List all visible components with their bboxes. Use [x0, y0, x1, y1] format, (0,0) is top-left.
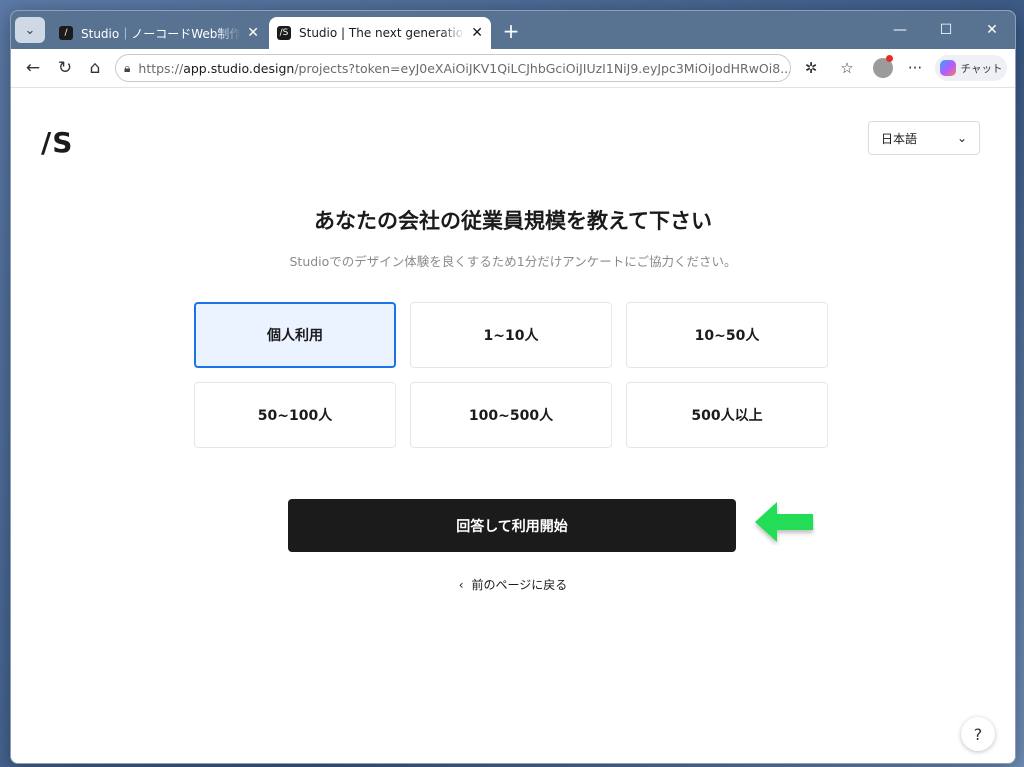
notification-dot — [886, 55, 893, 62]
arrow-left-icon — [755, 502, 813, 542]
url-host: app.studio.design — [183, 60, 295, 76]
close-window-button[interactable]: ✕ — [969, 11, 1015, 49]
studio-favicon-icon: /S — [277, 26, 291, 40]
tab-studio-home[interactable]: / Studio｜ノーコードWeb制作プラットフォーム ✕ — [51, 17, 267, 49]
url-scheme: https:// — [138, 60, 184, 76]
language-select[interactable]: 日本語 ⌄ — [868, 121, 980, 155]
close-icon[interactable]: ✕ — [247, 25, 259, 41]
page-subtitle: Studioでのデザイン体験を良くするため1分だけアンケートにご協力ください。 — [289, 254, 737, 269]
browser-window: ⌄ / Studio｜ノーコードWeb制作プラットフォーム ✕ /S Studi… — [10, 10, 1016, 764]
tab-title: Studio｜ノーコードWeb制作プラットフォーム — [81, 26, 242, 41]
option-500-plus[interactable]: 500人以上 — [626, 382, 828, 448]
tab-bar: ⌄ / Studio｜ノーコードWeb制作プラットフォーム ✕ /S Studi… — [11, 11, 1015, 49]
copilot-chat-button[interactable]: チャット — [935, 55, 1007, 81]
help-button[interactable]: ? — [961, 717, 995, 751]
more-menu-button[interactable]: ··· — [903, 57, 927, 79]
address-bar[interactable]: 🔒︎ https://app.studio.design/projects?to… — [115, 54, 791, 82]
favorites-button[interactable]: ☆ — [835, 57, 859, 79]
reload-button[interactable]: ↻ — [51, 55, 79, 81]
extensions-button[interactable]: ✲ — [799, 57, 823, 79]
url-path: /projects?token=eyJ0eXAiOiJKV1QiLCJhbGci… — [294, 60, 790, 76]
copilot-icon — [939, 60, 956, 76]
tab-studio-app[interactable]: /S Studio | The next generation design t… — [269, 17, 491, 49]
ellipsis-icon: ··· — [907, 59, 923, 77]
reload-icon: ↻ — [57, 58, 73, 78]
home-button[interactable]: ⌂ — [81, 55, 109, 81]
option-10-50[interactable]: 10~50人 — [626, 302, 828, 368]
studio-logo: /S — [41, 126, 74, 159]
arrow-left-icon: ← — [25, 58, 41, 78]
tab-title: Studio | The next generation design tool — [299, 26, 466, 40]
back-button[interactable]: ← — [19, 55, 47, 81]
chevron-left-icon: ‹ — [458, 578, 464, 592]
company-size-options: 個人利用 1~10人 10~50人 50~100人 100~500人 500人以… — [194, 302, 830, 448]
puzzle-icon: ✲ — [804, 59, 818, 77]
option-1-10[interactable]: 1~10人 — [410, 302, 612, 368]
window-controls: — ☐ ✕ — [877, 11, 1015, 49]
back-link-label: 前のページに戻る — [471, 578, 568, 592]
survey-page: /S 日本語 ⌄ あなたの会社の従業員規模を教えて下さい Studioでのデザイ… — [11, 88, 1015, 763]
star-icon: ☆ — [840, 59, 854, 77]
minimize-button[interactable]: — — [877, 11, 923, 49]
browser-toolbar: ← ↻ ⌂ 🔒︎ https://app.studio.design/proje… — [11, 49, 1015, 88]
language-selected: 日本語 — [881, 131, 918, 146]
option-100-500[interactable]: 100~500人 — [410, 382, 612, 448]
chevron-down-icon: ⌄ — [956, 131, 967, 145]
page-title: あなたの会社の従業員規模を教えて下さい — [314, 209, 712, 233]
close-icon[interactable]: ✕ — [471, 25, 483, 41]
chat-label: チャット — [960, 62, 1003, 75]
studio-favicon-icon: / — [59, 26, 73, 40]
option-50-100[interactable]: 50~100人 — [194, 382, 396, 448]
chevron-down-icon: ⌄ — [24, 22, 36, 38]
lock-icon: 🔒︎ — [124, 60, 131, 75]
url-text: https://app.studio.design/projects?token… — [138, 61, 790, 76]
home-icon: ⌂ — [89, 58, 101, 78]
tab-actions-menu-button[interactable]: ⌄ — [15, 17, 45, 43]
maximize-button[interactable]: ☐ — [923, 11, 969, 49]
new-tab-button[interactable]: + — [499, 19, 523, 43]
option-personal[interactable]: 個人利用 — [194, 302, 396, 368]
submit-button[interactable]: 回答して利用開始 — [288, 499, 736, 552]
back-link[interactable]: ‹ 前のページに戻る — [11, 576, 1015, 593]
